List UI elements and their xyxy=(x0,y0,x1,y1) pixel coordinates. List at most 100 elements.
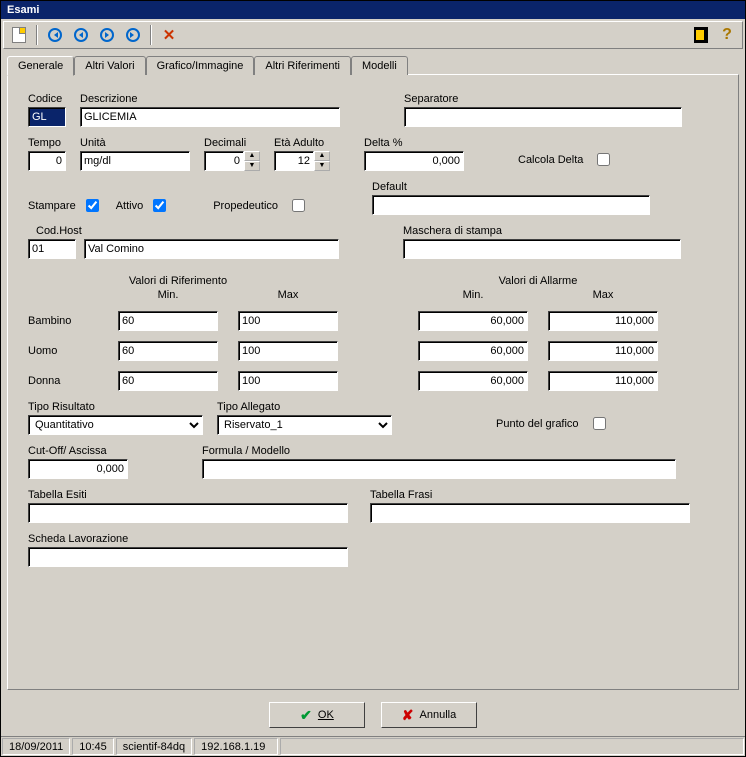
label-formula: Formula / Modello xyxy=(202,445,718,457)
nav-last-button[interactable] xyxy=(122,24,144,46)
ok-button[interactable]: ✔ OK xyxy=(269,702,365,728)
label-calcola-delta: Calcola Delta xyxy=(518,154,583,166)
decimali-field[interactable] xyxy=(204,151,244,171)
donna-all-min[interactable] xyxy=(418,371,528,391)
status-host: scientif-84dq xyxy=(116,738,192,755)
toolbar: ✕ ? xyxy=(3,21,743,49)
stampare-checkbox[interactable] xyxy=(86,199,99,212)
label-max-all: Max xyxy=(548,289,658,301)
codice-field[interactable] xyxy=(28,107,66,127)
uomo-rif-min[interactable] xyxy=(118,341,218,361)
window: Esami ✕ ? Generale Altri Valori Grafico/… xyxy=(0,0,746,757)
label-tab-frasi: Tabella Frasi xyxy=(370,489,690,501)
header-val-all: Valori di Allarme xyxy=(408,275,668,287)
label-stampare: Stampare xyxy=(28,200,76,212)
label-scheda-lav: Scheda Lavorazione xyxy=(28,533,348,545)
donna-all-max[interactable] xyxy=(548,371,658,391)
punto-grafico-checkbox[interactable] xyxy=(593,417,606,430)
nav-next-button[interactable] xyxy=(96,24,118,46)
label-unita: Unità xyxy=(80,137,190,149)
delete-button[interactable]: ✕ xyxy=(158,24,180,46)
label-punto-grafico: Punto del grafico xyxy=(496,418,579,430)
tab-panel-generale: Codice Descrizione Separatore Tempo Unit… xyxy=(7,74,739,690)
codhost-name-field[interactable] xyxy=(84,239,339,259)
donna-rif-max[interactable] xyxy=(238,371,338,391)
uomo-rif-max[interactable] xyxy=(238,341,338,361)
bambino-all-min[interactable] xyxy=(418,311,528,331)
tempo-field[interactable] xyxy=(28,151,66,171)
document-icon xyxy=(12,27,26,43)
tipo-allegato-select[interactable]: Riservato_1 xyxy=(217,415,392,435)
eta-field[interactable] xyxy=(274,151,314,171)
decimali-down[interactable]: ▼ xyxy=(244,161,260,171)
formula-field[interactable] xyxy=(202,459,676,479)
propedeutico-checkbox[interactable] xyxy=(292,199,305,212)
eta-up[interactable]: ▲ xyxy=(314,151,330,161)
prev-icon xyxy=(74,28,88,42)
label-bambino: Bambino xyxy=(28,315,98,327)
uomo-all-min[interactable] xyxy=(418,341,528,361)
tabella-frasi-field[interactable] xyxy=(370,503,690,523)
label-cutoff: Cut-Off/ Ascissa xyxy=(28,445,128,457)
label-separatore: Separatore xyxy=(404,93,682,105)
label-decimali: Decimali xyxy=(204,137,260,149)
donna-rif-min[interactable] xyxy=(118,371,218,391)
tab-modelli[interactable]: Modelli xyxy=(351,56,408,75)
tipo-risultato-select[interactable]: Quantitativo xyxy=(28,415,203,435)
tab-altri-valori[interactable]: Altri Valori xyxy=(74,56,145,75)
codhost-code-field[interactable] xyxy=(28,239,76,259)
default-field[interactable] xyxy=(372,195,650,215)
maschera-field[interactable] xyxy=(403,239,681,259)
label-maschera: Maschera di stampa xyxy=(403,225,681,237)
last-icon xyxy=(126,28,140,42)
tab-generale[interactable]: Generale xyxy=(7,56,74,76)
separator xyxy=(36,25,38,45)
delta-field[interactable] xyxy=(364,151,464,171)
help-button[interactable]: ? xyxy=(716,24,738,46)
label-donna: Donna xyxy=(28,375,98,387)
ok-label: OK xyxy=(318,709,334,721)
label-default: Default xyxy=(372,181,650,193)
label-uomo: Uomo xyxy=(28,345,98,357)
exit-icon xyxy=(694,27,708,43)
exit-button[interactable] xyxy=(690,24,712,46)
check-icon: ✔ xyxy=(300,707,312,724)
label-min-all: Min. xyxy=(418,289,528,301)
bambino-all-max[interactable] xyxy=(548,311,658,331)
x-red-icon: ✘ xyxy=(402,707,414,724)
label-propedeutico: Propedeutico xyxy=(213,200,278,212)
decimali-up[interactable]: ▲ xyxy=(244,151,260,161)
attivo-checkbox[interactable] xyxy=(153,199,166,212)
tab-altri-riferimenti[interactable]: Altri Riferimenti xyxy=(254,56,351,75)
tabella-esiti-field[interactable] xyxy=(28,503,348,523)
uomo-all-max[interactable] xyxy=(548,341,658,361)
label-eta: Età Adulto xyxy=(274,137,330,149)
tab-grafico[interactable]: Grafico/Immagine xyxy=(146,56,255,75)
separator xyxy=(150,25,152,45)
help-icon: ? xyxy=(722,26,732,44)
cancel-button[interactable]: ✘ Annulla xyxy=(381,702,477,728)
nav-prev-button[interactable] xyxy=(70,24,92,46)
status-ip: 192.168.1.19 xyxy=(194,738,278,755)
scheda-lav-field[interactable] xyxy=(28,547,348,567)
new-button[interactable] xyxy=(8,24,30,46)
x-icon: ✕ xyxy=(163,26,176,44)
unita-field[interactable] xyxy=(80,151,190,171)
first-icon xyxy=(48,28,62,42)
label-codice: Codice xyxy=(28,93,66,105)
statusbar: 18/09/2011 10:45 scientif-84dq 192.168.1… xyxy=(1,736,745,756)
bambino-rif-min[interactable] xyxy=(118,311,218,331)
eta-down[interactable]: ▼ xyxy=(314,161,330,171)
bambino-rif-max[interactable] xyxy=(238,311,338,331)
calcola-delta-checkbox[interactable] xyxy=(597,153,610,166)
status-empty xyxy=(280,738,744,755)
descrizione-field[interactable] xyxy=(80,107,340,127)
label-tempo: Tempo xyxy=(28,137,66,149)
nav-first-button[interactable] xyxy=(44,24,66,46)
label-codhost: Cod.Host xyxy=(36,225,339,237)
label-attivo: Attivo xyxy=(116,200,144,212)
label-delta: Delta % xyxy=(364,137,464,149)
separatore-field[interactable] xyxy=(404,107,682,127)
label-tipo-risultato: Tipo Risultato xyxy=(28,401,203,413)
cutoff-field[interactable] xyxy=(28,459,128,479)
